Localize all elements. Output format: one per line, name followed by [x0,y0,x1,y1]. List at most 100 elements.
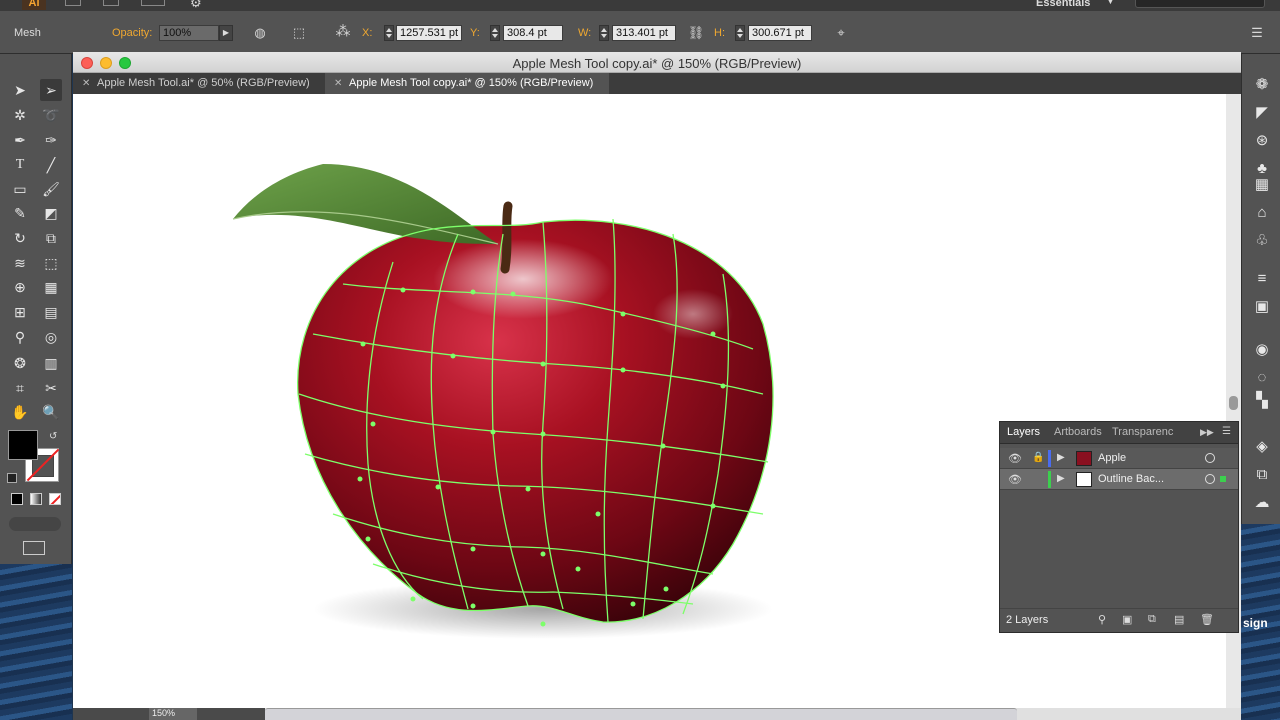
shape-builder-icon[interactable]: ⊕ [9,276,31,298]
free-transform-icon[interactable]: ⬚ [40,252,62,274]
locate-object-icon[interactable]: ⚲ [1098,613,1106,626]
y-field[interactable]: 308.4 pt [503,25,563,41]
screen-mode-icon[interactable] [23,541,45,555]
bridge-icon[interactable] [65,0,81,6]
clubs-icon[interactable]: ♧ [1251,230,1273,252]
type-icon[interactable]: T [9,154,31,176]
close-tab-icon[interactable]: ✕ [82,73,90,94]
constrain-proportions-icon[interactable]: ⛓ [687,25,705,41]
transparency-icon[interactable]: ▣ [1251,296,1273,318]
new-layer-icon[interactable]: ▤ [1174,613,1184,626]
stock-icon[interactable] [103,0,119,6]
eraser-icon[interactable]: ◩ [40,202,62,224]
layer-row-apple[interactable]: 👁 🔒 ▶ Apple [1000,448,1238,469]
transform-icon[interactable]: ⌖ [832,25,850,41]
h-field[interactable]: 300.671 pt [748,25,812,41]
arrange-documents-icon[interactable] [141,0,165,6]
reference-point-icon[interactable]: ⁂ [333,24,353,40]
align-icon[interactable]: ≡ [1251,268,1273,290]
layer-row-outline-background[interactable]: 👁 ▶ Outline Bac... [1000,469,1238,490]
expand-panel-icon[interactable]: ▶▶ [1200,427,1214,438]
blend-icon[interactable]: ◎ [40,326,62,348]
stroke-icon[interactable]: ◌ [1251,367,1273,389]
target-circle-icon[interactable] [1205,474,1215,484]
x-field[interactable]: 1257.531 pt [396,25,462,41]
w-spinner[interactable] [599,25,609,41]
slice-icon[interactable]: ✂ [40,377,62,399]
tab-apple-mesh-tool[interactable]: ✕ Apple Mesh Tool.ai* @ 50% (RGB/Preview) [73,73,323,94]
recolor-artwork-icon[interactable]: ◍ [252,25,268,41]
panel-menu-icon[interactable]: ☰ [1248,25,1266,41]
default-colors-icon[interactable] [7,473,17,483]
gpu-performance-icon[interactable]: ⚙ [190,0,202,11]
opacity-label[interactable]: Opacity: [112,27,152,39]
tab-layers[interactable]: Layers [1007,426,1040,438]
gradient-mode-icon[interactable] [30,493,42,505]
rotate-icon[interactable]: ↻ [9,227,31,249]
scale-icon[interactable]: ⧉ [40,227,62,249]
h-spinner[interactable] [735,25,745,41]
layer-name[interactable]: Apple [1098,452,1126,464]
close-tab-icon[interactable]: ✕ [334,73,342,94]
color-mode-icon[interactable] [11,493,23,505]
new-sublayer-icon[interactable]: ⧉ [1148,613,1156,626]
search-field[interactable] [1135,0,1265,8]
magic-wand-icon[interactable]: ✲ [9,104,31,126]
perspective-grid-icon[interactable]: ▦ [40,276,62,298]
color-guide-icon[interactable]: ❁ [1251,74,1273,96]
pencil-icon[interactable]: ✎ [9,202,31,224]
expand-triangle-icon[interactable]: ▶ [1057,473,1065,484]
selection-indicator[interactable] [1220,476,1226,482]
artboard-icon[interactable]: ⌗ [9,377,31,399]
lock-icon[interactable]: 🔒 [1032,452,1044,463]
target-circle-icon[interactable] [1205,453,1215,463]
tab-apple-mesh-tool-copy[interactable]: ✕ Apple Mesh Tool copy.ai* @ 150% (RGB/Pr… [325,73,609,94]
layer-name[interactable]: Outline Bac... [1098,473,1164,485]
scroll-thumb[interactable] [1229,396,1238,410]
selection-arrow-icon[interactable]: ➤ [9,79,31,101]
trash-icon[interactable]: 🗑 [1200,613,1214,626]
zoom-icon[interactable]: 🔍 [40,401,62,423]
brushes-icon[interactable]: ⊛ [1251,130,1273,152]
layers-panel-icon[interactable]: ◈ [1251,436,1273,458]
align-to-icon[interactable]: ⬚ [290,25,308,41]
none-mode-icon[interactable] [49,493,61,505]
symbol-sprayer-icon[interactable]: ❂ [9,352,31,374]
width-icon[interactable]: ≋ [9,252,31,274]
fill-swatch[interactable] [8,430,38,460]
swatches-icon[interactable]: ◤ [1251,102,1273,124]
paintbrush-icon[interactable]: 🖌 [40,178,62,200]
y-spinner[interactable] [490,25,500,41]
expand-triangle-icon[interactable]: ▶ [1057,452,1065,463]
w-field[interactable]: 313.401 pt [612,25,676,41]
swap-fill-stroke-icon[interactable]: ↺ [49,431,57,442]
gradient-icon[interactable]: ▤ [40,301,62,323]
hand-icon[interactable]: ✋ [9,401,31,423]
lasso-icon[interactable]: ➰ [40,104,62,126]
column-graph-icon[interactable]: ▥ [40,352,62,374]
layers-icon[interactable]: ▚ [1251,390,1273,412]
pen-icon[interactable]: ✒ [9,129,31,151]
visibility-eye-icon[interactable]: 👁 [1008,473,1022,486]
artboards-icon[interactable]: ⌂ [1251,202,1273,224]
workspace-switcher[interactable]: Essentials [1036,0,1090,9]
rectangle-icon[interactable]: ▭ [9,178,31,200]
x-spinner[interactable] [384,25,394,41]
chevron-down-icon[interactable]: ▼ [1106,0,1115,6]
appearance-icon[interactable]: ◉ [1251,339,1273,361]
opacity-arrow-icon[interactable]: ▶ [219,25,233,41]
zoom-field[interactable]: 150% [149,708,197,720]
mesh-icon[interactable]: ⊞ [9,301,31,323]
tab-transparency[interactable]: Transparenc [1112,426,1173,438]
draw-modes-icon[interactable] [9,517,61,531]
eyedropper-icon[interactable]: ⚲ [9,326,31,348]
visibility-eye-icon[interactable]: 👁 [1008,452,1022,465]
direct-selection-icon[interactable]: ➢ [40,79,62,101]
panel-menu-icon[interactable]: ☰ [1222,426,1231,437]
links-icon[interactable]: ⧉ [1251,464,1273,486]
tab-artboards[interactable]: Artboards [1054,426,1102,438]
opacity-field[interactable]: 100% [159,25,219,41]
graphic-styles-icon[interactable]: ▦ [1251,174,1273,196]
curvature-pen-icon[interactable]: ✑ [40,129,62,151]
make-clipping-mask-icon[interactable]: ▣ [1122,613,1132,626]
